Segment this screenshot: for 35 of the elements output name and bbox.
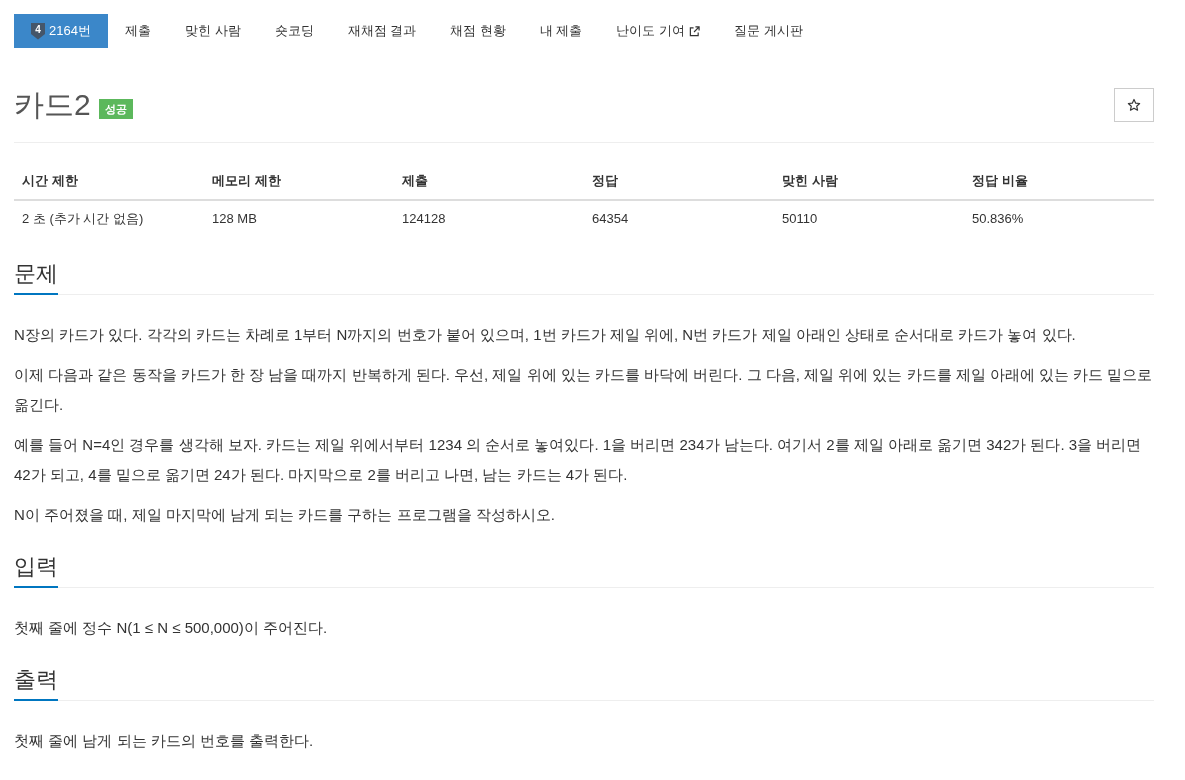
status-badge: 성공 xyxy=(98,99,133,119)
nav-tab[interactable]: 질문 게시판 xyxy=(717,14,820,48)
table-cell: 124128 xyxy=(394,200,584,237)
paragraph: 첫째 줄에 남게 되는 카드의 번호를 출력한다. xyxy=(14,731,315,751)
section-heading: 출력 xyxy=(14,665,58,701)
problem-title: 카드2 xyxy=(14,88,91,122)
nav-tab[interactable]: 난이도 기여 xyxy=(599,14,718,48)
section-heading: 입력 xyxy=(14,552,58,588)
favorite-button[interactable] xyxy=(1114,88,1154,122)
table-cell: 128 MB xyxy=(204,200,394,237)
nav-tab[interactable]: 제출 xyxy=(107,14,168,48)
nav-tab[interactable]: 맞힌 사람 xyxy=(167,14,258,48)
column-header: 맞힌 사람 xyxy=(774,163,964,200)
nav-tab[interactable]: 4 2164번 xyxy=(14,14,108,48)
table-cell: 2 초 (추가 시간 없음) xyxy=(14,200,204,237)
column-header: 시간 제한 xyxy=(14,163,204,200)
external-link-icon xyxy=(689,25,701,37)
column-header: 메모리 제한 xyxy=(204,163,394,200)
paragraph: N장의 카드가 있다. 각각의 카드는 차례로 1부터 N까지의 번호가 붙어 있으며, 1번 카드가 제일 위에, N번 카드가 제일 아래인 상태로 순서대로 카드가 놓여 있다. xyxy=(14,325,1077,345)
table-cell: 64354 xyxy=(584,200,774,237)
paragraph: 예를 들어 N=4인 경우를 생각해 보자. 카드는 제일 위에서부터 1234 의 순서로 놓여있다. 1을 버리면 234가 남는다. 여기서 2를 제일 아래로 옮기면 342가 된다. 3을 버리면 42가 되고, 4를 밑으로 옮기면 24가 된다. 마지막으로 2를 버리고 나면, 남는 카드는 4가 된다. xyxy=(14,435,1143,485)
tier-badge: 4 xyxy=(31,22,45,40)
column-header: 정답 xyxy=(584,163,774,200)
nav-tab[interactable]: 내 제출 xyxy=(522,14,600,48)
table-cell: 50110 xyxy=(774,200,964,237)
column-header: 제출 xyxy=(394,163,584,200)
paragraph: 첫째 줄에 정수 N(1 ≤ N ≤ 500,000)이 주어진다. xyxy=(14,618,329,638)
table-cell: 50.836% xyxy=(964,200,1154,237)
nav-tab[interactable]: 채점 현황 xyxy=(433,14,523,48)
nav-tab[interactable]: 숏코딩 xyxy=(257,14,331,48)
section-heading: 문제 xyxy=(14,259,58,295)
paragraph: N이 주어졌을 때, 제일 마지막에 남게 되는 카드를 구하는 프로그램을 작성하시오. xyxy=(14,505,556,525)
paragraph: 이제 다음과 같은 동작을 카드가 한 장 남을 때까지 반복하게 된다. 우선, 제일 위에 있는 카드를 바닥에 버린다. 그 다음, 제일 위에 있는 카드를 제일 아래에 있는 카드 밑으로 옮긴다. xyxy=(14,365,1154,415)
nav-tab[interactable]: 재채점 결과 xyxy=(330,14,434,48)
column-header: 정답 비율 xyxy=(964,163,1154,200)
